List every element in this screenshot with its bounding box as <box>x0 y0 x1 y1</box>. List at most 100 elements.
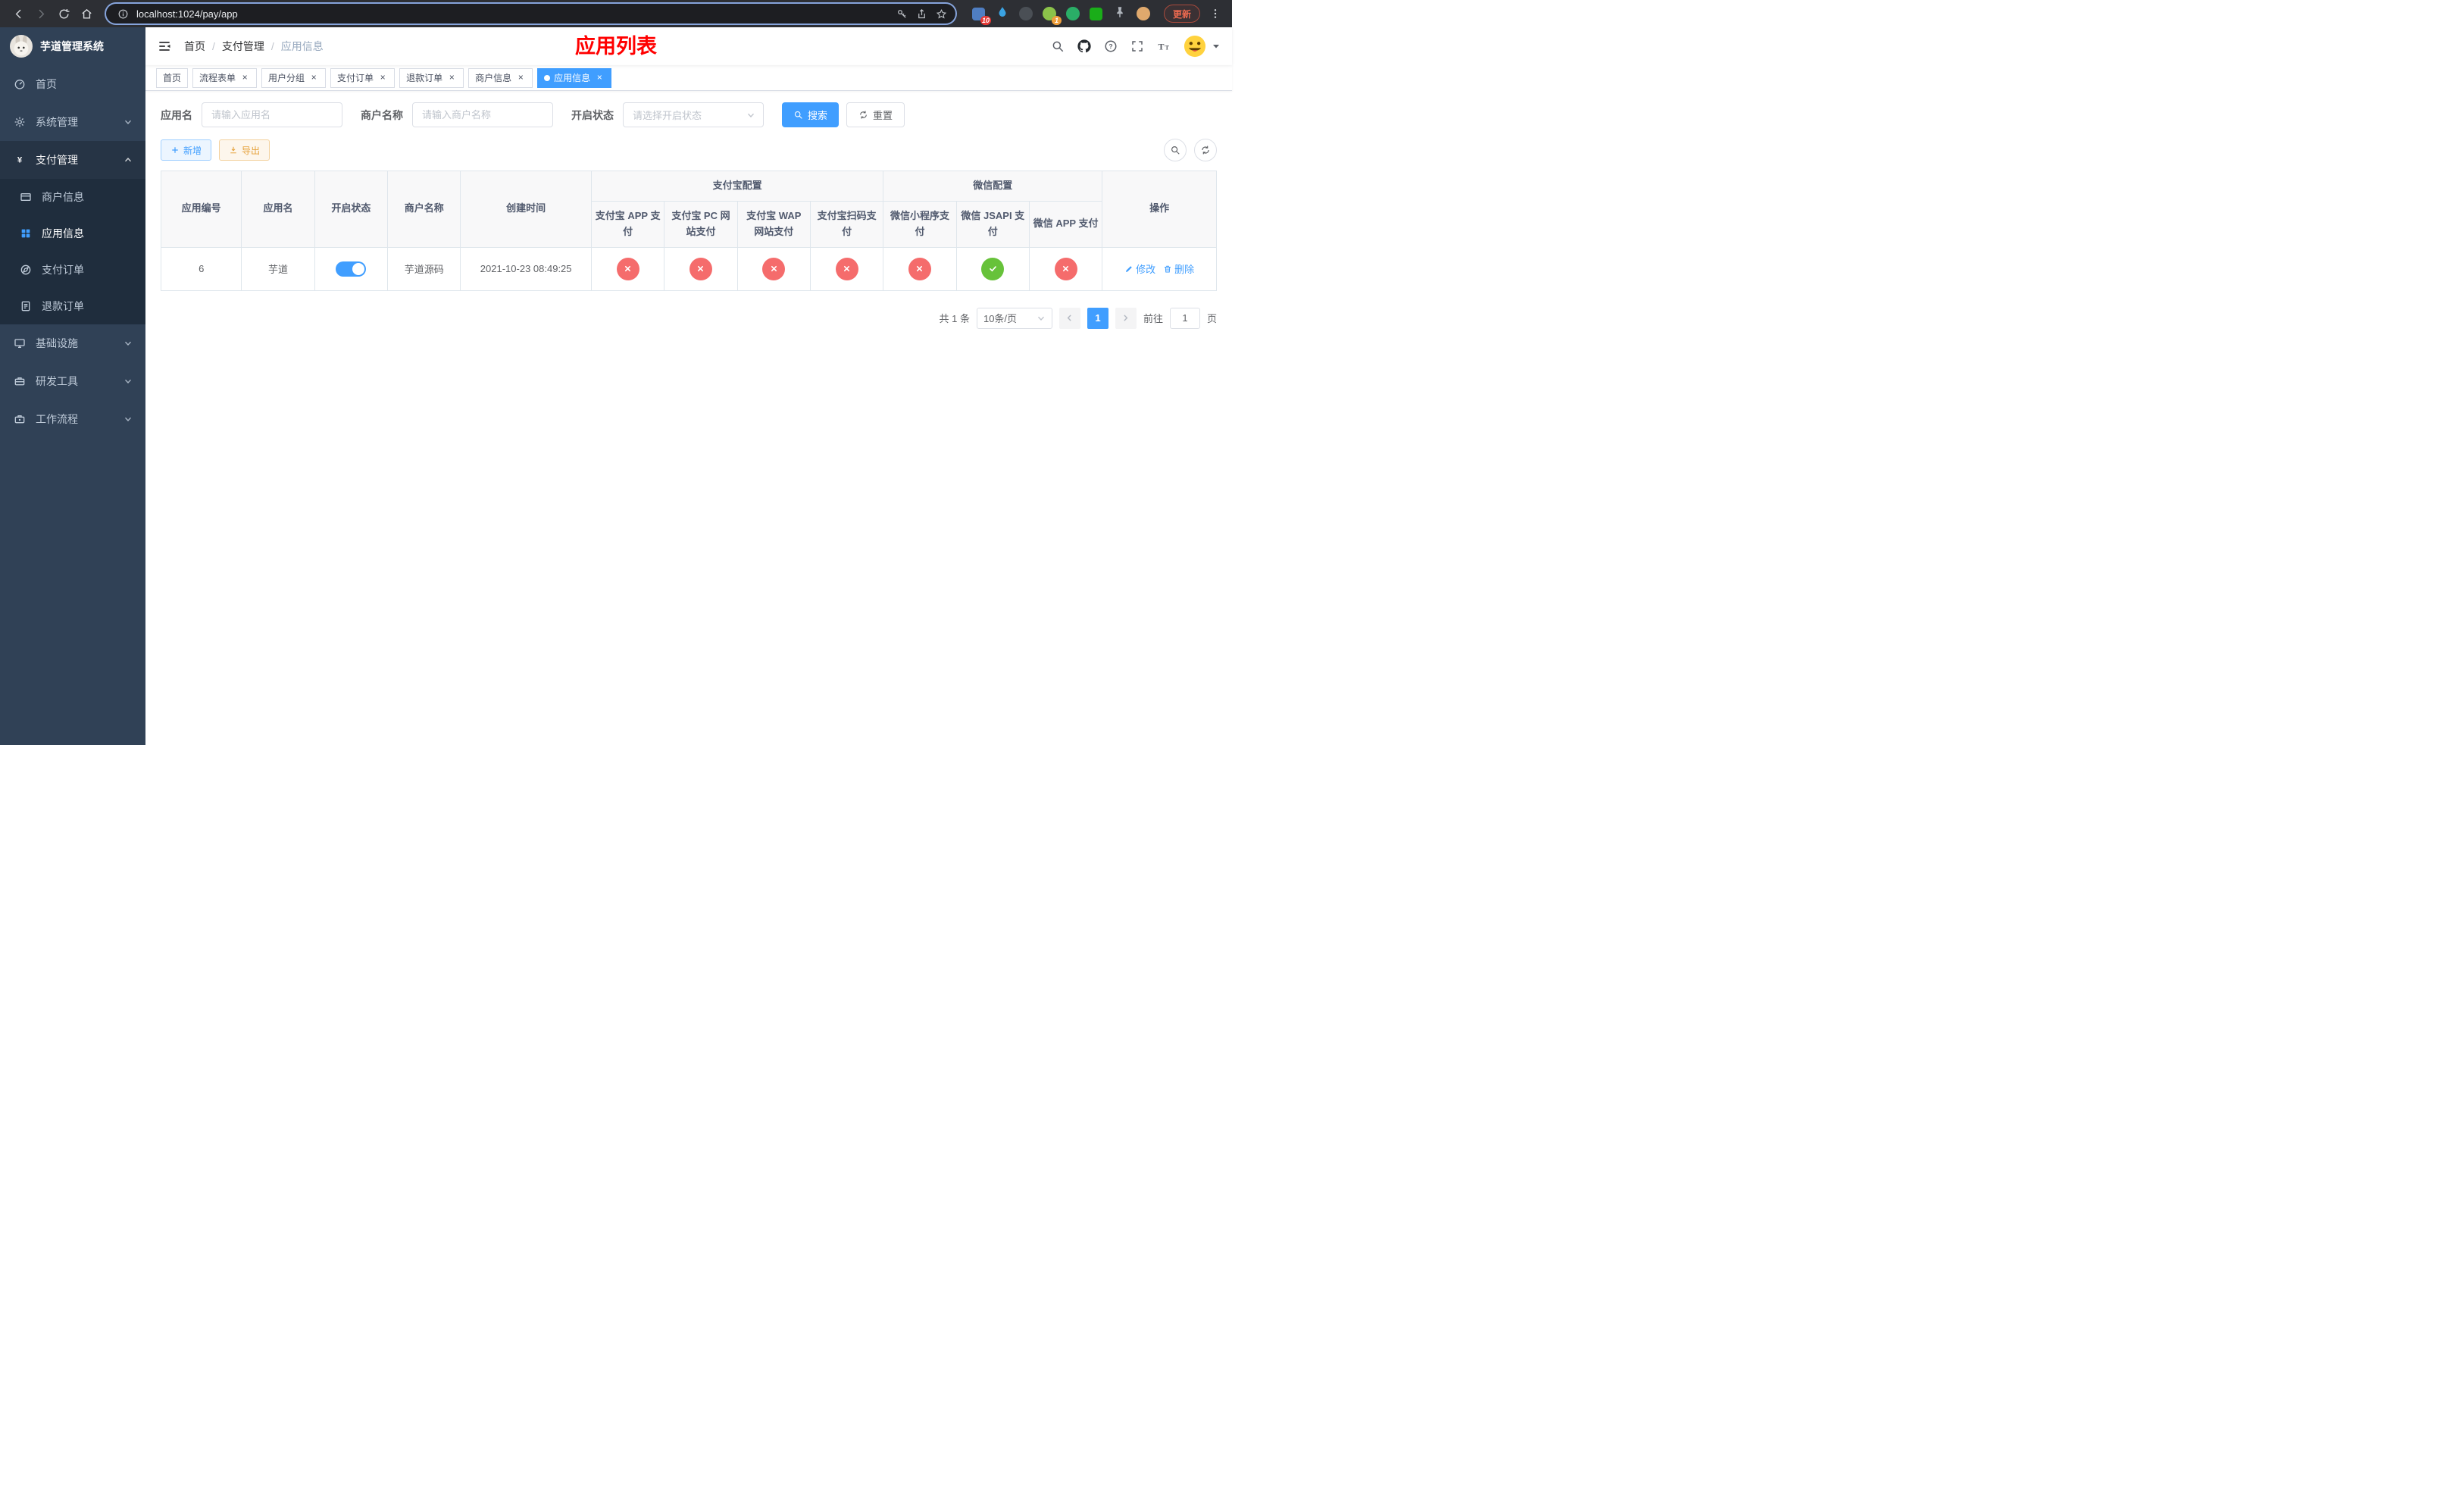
password-key-icon[interactable] <box>893 5 911 22</box>
status-toggle[interactable] <box>336 261 367 277</box>
tab-app-info[interactable]: 应用信息 × <box>537 67 612 88</box>
table-header: 应用编号 应用名 开启状态 商户名称 创建时间 支付宝配置 微信配置 操作 支付宝 APP 支付… <box>160 171 1217 248</box>
close-tab-icon[interactable]: × <box>594 72 605 83</box>
column-header: 支付宝 APP 支付 <box>590 201 665 248</box>
cell-actions: 修改 删除 <box>1102 246 1217 291</box>
column-header: 微信小程序支付 <box>883 201 957 248</box>
sidebar-logo[interactable]: 芋道管理系统 <box>0 27 145 65</box>
sidebar-item-merchant-info[interactable]: 商户信息 <box>0 179 145 215</box>
reset-button[interactable]: 重置 <box>846 102 905 127</box>
extension-wechat[interactable] <box>1065 5 1081 22</box>
sidebar-item-workflow[interactable]: 工作流程 <box>0 400 145 438</box>
extension-dark-globe[interactable] <box>1018 5 1034 22</box>
site-info-icon[interactable] <box>114 5 132 22</box>
sidebar-item-label: 退款订单 <box>42 300 84 312</box>
page-number-1[interactable]: 1 <box>1087 307 1108 329</box>
browser-menu-icon[interactable] <box>1206 4 1224 23</box>
search-button[interactable]: 搜索 <box>782 102 840 127</box>
extension-pushpin[interactable] <box>1112 5 1128 22</box>
add-button[interactable]: 新增 <box>161 139 212 161</box>
chevron-up-icon <box>124 155 133 164</box>
tab-payment-orders[interactable]: 支付订单 × <box>330 67 396 88</box>
hamburger-icon[interactable] <box>157 39 172 54</box>
export-button[interactable]: 导出 <box>219 139 270 161</box>
sidebar-item-refund-orders[interactable]: 退款订单 <box>0 288 145 324</box>
tab-process-form[interactable]: 流程表单 × <box>192 67 258 88</box>
app-name-input[interactable] <box>202 102 342 127</box>
address-bar[interactable]: localhost:1024/pay/app <box>106 4 955 23</box>
sidebar-item-payment-orders[interactable]: 支付订单 <box>0 252 145 288</box>
close-tab-icon[interactable]: × <box>239 72 250 83</box>
breadcrumb-item[interactable]: 支付管理 <box>222 39 264 54</box>
sidebar-item-system-management[interactable]: 系统管理 <box>0 103 145 141</box>
extensions-area: 10 1 <box>971 5 1152 25</box>
font-size-icon[interactable]: TT <box>1157 39 1171 53</box>
extension-emoji-face[interactable] <box>1135 5 1152 22</box>
merchant-name-input[interactable] <box>412 102 553 127</box>
sidebar-item-dev-tools[interactable]: 研发工具 <box>0 362 145 400</box>
grid-icon <box>19 227 33 240</box>
search-icon[interactable] <box>1051 39 1065 53</box>
extension-pixel-blue[interactable]: 10 <box>971 5 991 25</box>
delete-button[interactable]: 删除 <box>1163 261 1194 276</box>
search-icon <box>793 110 803 120</box>
home-button[interactable] <box>76 3 97 24</box>
droplet-icon <box>996 5 1009 23</box>
column-header: 开启状态 <box>314 171 389 248</box>
sidebar-item-app-info[interactable]: 应用信息 <box>0 215 145 252</box>
tab-label: 流程表单 <box>199 73 236 83</box>
close-tab-icon[interactable]: × <box>446 72 457 83</box>
sidebar-item-infrastructure[interactable]: 基础设施 <box>0 324 145 362</box>
extension-chat-square[interactable] <box>1088 5 1105 22</box>
page-size-select[interactable]: 10条/页 <box>976 307 1052 329</box>
edit-button[interactable]: 修改 <box>1124 261 1155 276</box>
browser-update-button[interactable]: 更新 <box>1163 5 1200 23</box>
close-tab-icon[interactable]: × <box>515 72 526 83</box>
pagination: 共 1 条 10条/页 1 前往 页 <box>161 307 1217 329</box>
cell-created-at: 2021-10-23 08:49:25 <box>460 246 592 291</box>
column-header: 商户名称 <box>387 171 461 248</box>
toolbar-right <box>1164 139 1217 161</box>
goto-page-input[interactable] <box>1169 307 1200 329</box>
cell-config-status <box>736 246 811 291</box>
fullscreen-icon[interactable] <box>1130 39 1144 53</box>
breadcrumb-item[interactable]: 首页 <box>184 39 205 54</box>
tab-user-group[interactable]: 用户分组 × <box>261 67 327 88</box>
sidebar-item-payment-management[interactable]: ¥ 支付管理 <box>0 141 145 179</box>
svg-text:?: ? <box>1108 42 1112 50</box>
refresh-table-button[interactable] <box>1194 139 1217 161</box>
next-page-button[interactable] <box>1115 307 1137 329</box>
back-button[interactable] <box>8 3 29 24</box>
close-tab-icon[interactable]: × <box>377 72 388 83</box>
sidebar-item-label: 工作流程 <box>36 413 78 425</box>
tab-refund-orders[interactable]: 退款订单 × <box>399 67 464 88</box>
user-avatar[interactable] <box>1184 35 1206 58</box>
chevron-down-icon <box>124 339 133 348</box>
share-icon[interactable] <box>913 5 931 22</box>
navbar-actions: ? TT <box>1051 35 1221 58</box>
reload-button[interactable] <box>53 3 74 24</box>
github-icon[interactable] <box>1077 39 1091 53</box>
app-table: 应用编号 应用名 开启状态 商户名称 创建时间 支付宝配置 微信配置 操作 支付宝 APP 支付… <box>160 171 1217 291</box>
sidebar-item-label: 商户信息 <box>42 191 84 203</box>
extension-avatar-green[interactable]: 1 <box>1041 5 1062 25</box>
status-select[interactable]: 请选择开启状态 <box>623 102 764 127</box>
column-header: 微信 JSAPI 支付 <box>955 201 1030 248</box>
prev-page-button[interactable] <box>1058 307 1080 329</box>
tab-merchant-info[interactable]: 商户信息 × <box>468 67 533 88</box>
sidebar-item-label: 支付订单 <box>42 264 84 276</box>
browser-toolbar: localhost:1024/pay/app 10 1 更新 <box>0 0 1232 27</box>
help-icon[interactable]: ? <box>1104 39 1118 53</box>
tab-home[interactable]: 首页 <box>156 67 189 88</box>
table-row: 6 芋道 芋道源码 2021-10-23 08:49:25 修改 删除 <box>160 246 1217 291</box>
chevron-down-icon <box>124 117 133 127</box>
toggle-search-button[interactable] <box>1164 139 1187 161</box>
cell-config-status <box>1028 246 1103 291</box>
extension-badge: 1 <box>1051 16 1062 25</box>
forward-button[interactable] <box>30 3 52 24</box>
chevron-down-icon[interactable] <box>1212 42 1221 51</box>
sidebar-item-home[interactable]: 首页 <box>0 65 145 103</box>
close-tab-icon[interactable]: × <box>308 72 319 83</box>
extension-droplet[interactable] <box>994 5 1011 22</box>
bookmark-star-icon[interactable] <box>933 5 951 22</box>
